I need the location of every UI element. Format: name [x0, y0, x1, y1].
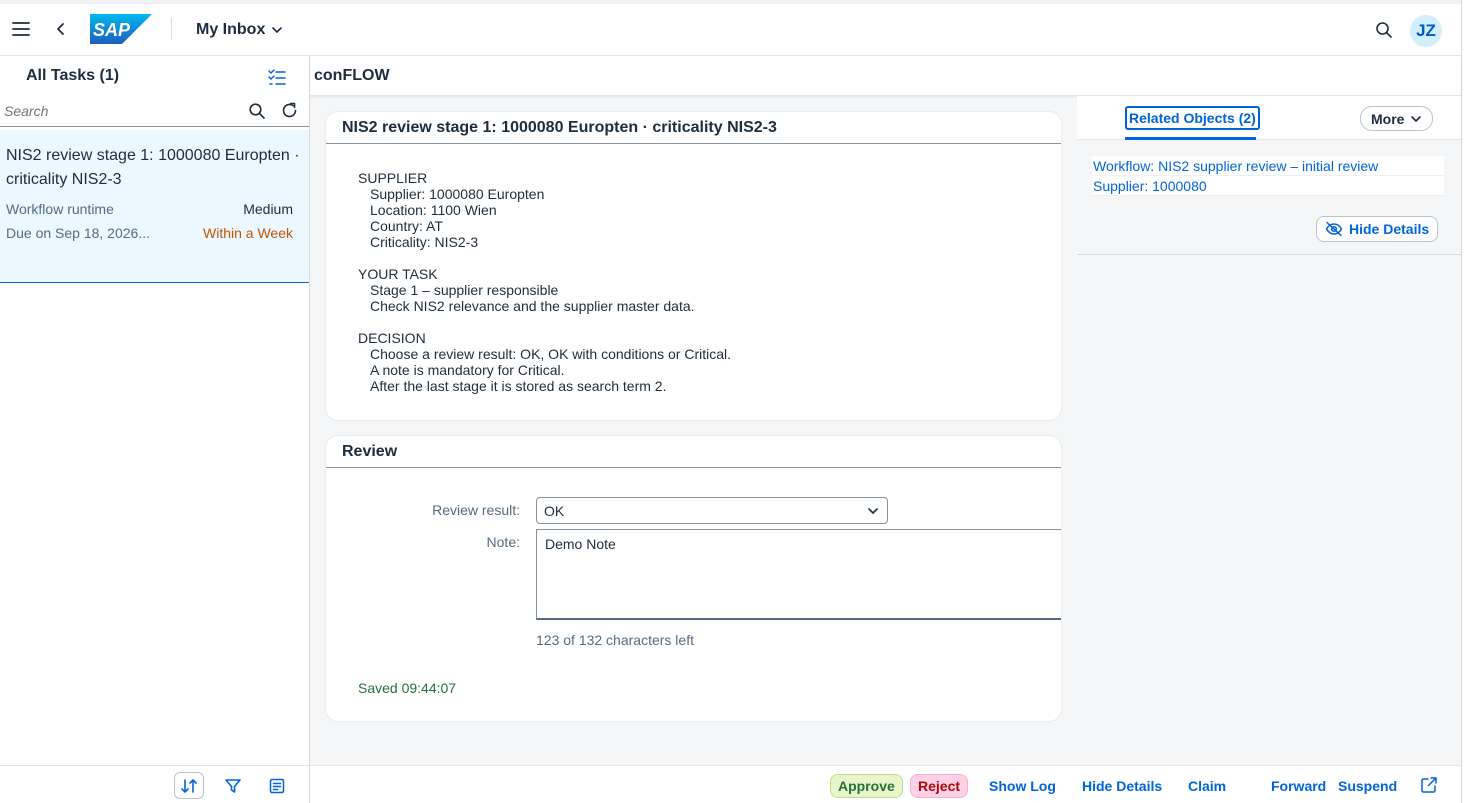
menu-icon[interactable] [10, 18, 32, 40]
group-icon [268, 777, 286, 795]
task-title: NIS2 review stage 1: 1000080 Europten · … [6, 147, 300, 188]
claim-button[interactable]: Claim [1181, 774, 1233, 798]
review-result-select[interactable]: OK [536, 497, 888, 524]
filter-button[interactable] [218, 772, 248, 799]
search-input[interactable] [4, 100, 234, 122]
multi-select-icon[interactable] [267, 67, 287, 87]
shell-bar: SAP My Inbox JZ [0, 0, 1461, 56]
hide-details-footer-button[interactable]: Hide Details [1075, 774, 1169, 798]
note-textarea[interactable]: Demo Note [536, 529, 1061, 620]
task-priority: Medium [243, 201, 293, 217]
sort-button[interactable] [174, 772, 204, 799]
tab-related-objects[interactable]: Related Objects (2) [1125, 106, 1260, 130]
task-list-item[interactable]: NIS2 review stage 1: 1000080 Europten · … [0, 130, 309, 283]
review-title: Review [326, 436, 1061, 468]
supplier-heading: SUPPLIER [358, 170, 428, 186]
chevron-down-icon [1410, 113, 1422, 125]
sap-logo[interactable]: SAP [90, 14, 152, 44]
svg-text:SAP: SAP [93, 20, 131, 40]
related-objects-list: Workflow: NIS2 supplier review – initial… [1092, 156, 1444, 196]
decision-section: DECISION Choose a review result: OK, OK … [358, 330, 1061, 394]
task-list-title: All Tasks (1) [26, 67, 120, 84]
chevron-down-icon [271, 24, 283, 36]
search-icon[interactable] [1374, 20, 1394, 40]
your-task-line: Stage 1 – supplier responsible [370, 282, 559, 298]
detail-footer-toolbar: Approve Reject Show Log Hide Details Cla… [310, 765, 1461, 803]
tab-selected-indicator [1125, 137, 1256, 140]
detail-title: conFLOW [314, 66, 390, 84]
task-due-date: Due on Sep 18, 2026... [6, 225, 150, 241]
chevron-down-icon [867, 505, 879, 517]
reject-button[interactable]: Reject [910, 774, 969, 798]
app-title: My Inbox [196, 21, 266, 38]
task-list-header: All Tasks (1) [0, 56, 309, 96]
hide-details-label: Hide Details [1349, 221, 1430, 237]
more-button[interactable]: More [1360, 106, 1434, 131]
review-result-label: Review result: [432, 502, 520, 518]
note-label: Note: [486, 534, 520, 550]
task-due-status: Within a Week [203, 225, 293, 241]
your-task-line: Check NIS2 relevance and the supplier ma… [370, 298, 695, 314]
review-card: Review Review result: OK Note: Demo Note… [326, 436, 1061, 721]
task-detail-panel: conFLOW NIS2 review stage 1: 1000080 Eur… [310, 56, 1461, 803]
task-description-title: NIS2 review stage 1: 1000080 Europten · … [326, 112, 1061, 144]
approve-button[interactable]: Approve [830, 774, 903, 798]
task-list-footer [0, 765, 309, 803]
task-source: Workflow runtime [6, 201, 114, 217]
hide-details-button[interactable]: Hide Details [1316, 216, 1439, 242]
side-divider [1077, 254, 1461, 255]
more-label: More [1371, 110, 1405, 127]
decision-line: After the last stage it is stored as sea… [370, 378, 667, 394]
your-task-section: YOUR TASK Stage 1 – supplier responsible… [358, 266, 1061, 314]
avatar[interactable]: JZ [1410, 15, 1442, 47]
task-description-body: SUPPLIER Supplier: 1000080 Europten Loca… [326, 144, 1061, 394]
sort-icon [180, 777, 198, 795]
suspend-button[interactable]: Suspend [1331, 774, 1404, 798]
show-log-button[interactable]: Show Log [982, 774, 1063, 798]
saved-status: Saved 09:44:07 [358, 680, 457, 696]
task-attributes-row: Workflow runtime Medium [6, 201, 303, 217]
search-icon[interactable] [248, 102, 266, 120]
related-object-link[interactable]: Workflow: NIS2 supplier review – initial… [1092, 156, 1444, 176]
window-scrollbar[interactable] [1461, 0, 1475, 803]
task-due-row: Due on Sep 18, 2026... Within a Week [6, 225, 303, 241]
supplier-line: Criticality: NIS2-3 [370, 234, 479, 250]
supplier-section: SUPPLIER Supplier: 1000080 Europten Loca… [358, 170, 1061, 250]
decision-line: Choose a review result: OK, OK with cond… [370, 346, 732, 362]
forward-button[interactable]: Forward [1264, 774, 1333, 798]
detail-header: conFLOW [310, 56, 1461, 96]
supplier-line: Country: AT [370, 218, 443, 234]
related-objects-tabbar: Related Objects (2) More [1077, 96, 1461, 140]
refresh-icon[interactable] [280, 101, 299, 120]
app-title-menu[interactable]: My Inbox [196, 17, 283, 43]
group-button[interactable] [262, 772, 292, 799]
note-char-counter: 123 of 132 characters left [536, 632, 694, 648]
decision-heading: DECISION [358, 330, 426, 346]
filter-icon [224, 777, 242, 795]
related-object-link[interactable]: Supplier: 1000080 [1092, 176, 1444, 196]
search-bar [0, 96, 309, 127]
supplier-line: Location: 1100 Wien [370, 202, 497, 218]
review-result-value: OK [544, 502, 565, 519]
task-description-card: NIS2 review stage 1: 1000080 Europten · … [326, 112, 1061, 420]
decision-line: A note is mandatory for Critical. [370, 362, 565, 378]
back-icon[interactable] [52, 19, 70, 39]
task-list-panel: All Tasks (1) NIS2 review stage 1: 10000… [0, 56, 310, 803]
share-icon[interactable] [1420, 776, 1438, 794]
hide-icon [1325, 221, 1343, 237]
your-task-heading: YOUR TASK [358, 266, 438, 282]
supplier-line: Supplier: 1000080 Europten [370, 186, 545, 202]
related-objects-panel: Related Objects (2) More Workflow: NIS2 … [1077, 96, 1461, 765]
shell-separator [171, 18, 172, 40]
